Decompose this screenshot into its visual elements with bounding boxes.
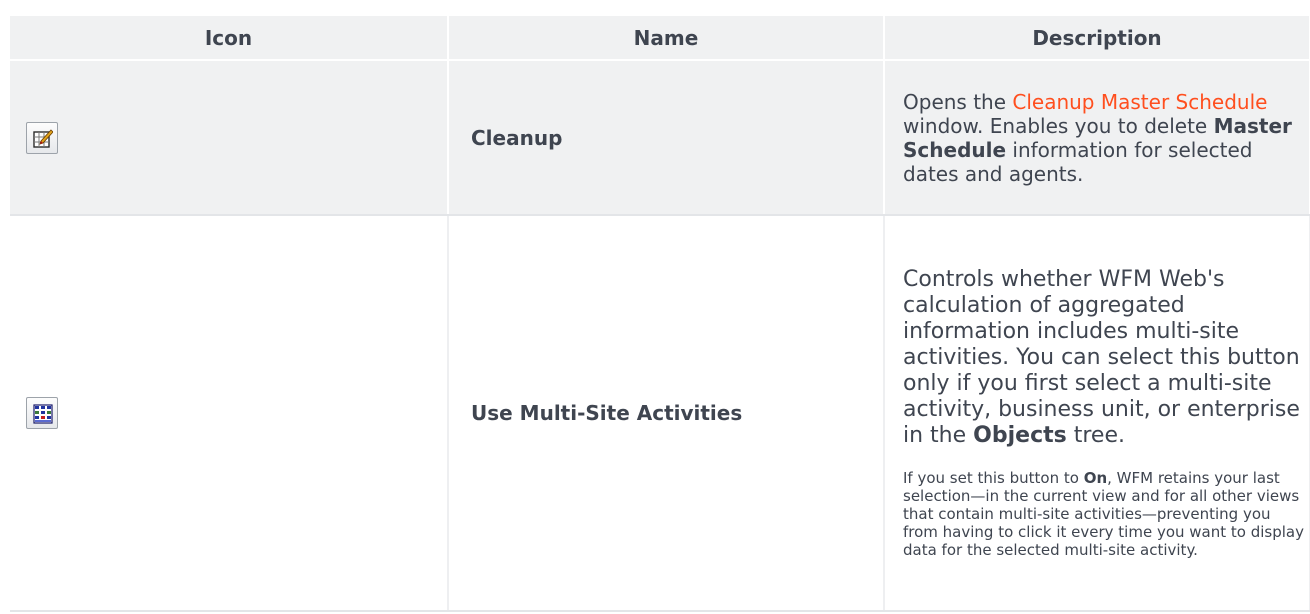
name-cell: Use Multi-Site Activities xyxy=(448,215,885,612)
description-text: Controls whether WFM Web's calculation o… xyxy=(903,267,1305,449)
icon-cell xyxy=(10,60,449,216)
description-note: If you set this button to On, WFM retain… xyxy=(903,469,1305,559)
table-row: Use Multi-Site Activities Controls wheth… xyxy=(10,215,1310,612)
description-segment: Controls whether WFM Web's calculation o… xyxy=(903,267,1300,448)
description-cell: Controls whether WFM Web's calculation o… xyxy=(884,215,1310,612)
toolbar-icons-table: Icon Name Description Cleanup Opens the … xyxy=(10,16,1310,612)
description-segment: window. Enables you to delete xyxy=(903,113,1214,138)
header-name: Name xyxy=(448,16,885,61)
multi-site-icon-graphic xyxy=(33,404,53,424)
description-segment: If you set this button to xyxy=(903,469,1084,487)
description-bold: On xyxy=(1083,469,1108,487)
table-row: Cleanup Opens the Cleanup Master Schedul… xyxy=(10,60,1310,216)
header-icon: Icon xyxy=(10,16,449,61)
icon-cell xyxy=(10,215,449,612)
name-cell: Cleanup xyxy=(448,60,885,216)
description-text: Opens the Cleanup Master Schedule window… xyxy=(903,90,1305,186)
description-segment: tree. xyxy=(1066,423,1125,448)
description-segment: Opens the xyxy=(903,89,1013,114)
description-cell: Opens the Cleanup Master Schedule window… xyxy=(884,60,1310,216)
table-header-row: Icon Name Description xyxy=(10,16,1310,61)
header-description: Description xyxy=(884,16,1310,61)
multi-site-activities-icon[interactable] xyxy=(26,397,58,429)
cleanup-icon[interactable] xyxy=(26,121,58,154)
cleanup-icon-graphic xyxy=(33,128,53,148)
cleanup-master-schedule-link[interactable]: Cleanup Master Schedule xyxy=(1012,90,1267,114)
description-bold: Objects xyxy=(973,423,1067,448)
